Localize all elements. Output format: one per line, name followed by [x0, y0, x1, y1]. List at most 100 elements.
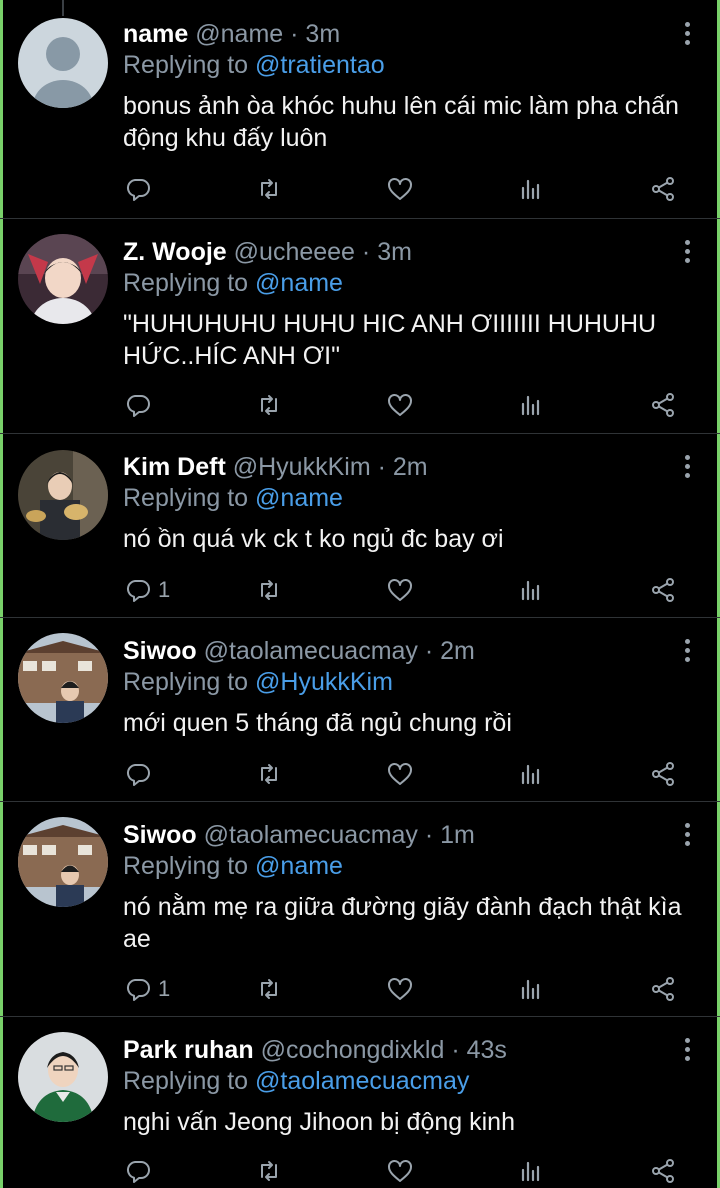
like-button[interactable]	[386, 974, 414, 1004]
replying-to-mention[interactable]: @name	[255, 852, 343, 880]
replying-prefix: Replying to	[123, 1067, 249, 1095]
reply-button[interactable]	[124, 390, 158, 420]
retweet-icon	[261, 1161, 277, 1181]
more-options-icon[interactable]	[682, 455, 692, 483]
avatar[interactable]	[18, 450, 108, 540]
avatar[interactable]	[18, 817, 108, 907]
more-options-icon[interactable]	[682, 1038, 692, 1066]
display-name[interactable]: Z. Wooje	[123, 238, 227, 266]
display-name[interactable]: Kim Deft	[123, 453, 226, 481]
timestamp: 43s	[466, 1036, 507, 1064]
replying-to-mention[interactable]: @HyukkKim	[255, 668, 393, 696]
analytics-button[interactable]	[517, 575, 545, 605]
like-button[interactable]	[386, 390, 414, 420]
analytics-icon	[521, 1161, 540, 1182]
reply-button[interactable]	[124, 759, 158, 789]
analytics-button[interactable]	[517, 1156, 545, 1186]
replying-prefix: Replying to	[123, 269, 249, 297]
share-button[interactable]	[649, 390, 677, 420]
tweet-header: Kim Deft @HyukkKim · 2m	[123, 451, 428, 483]
share-icon	[652, 393, 674, 417]
analytics-button[interactable]	[517, 390, 545, 420]
retweet-icon	[261, 395, 277, 415]
timestamp: 3m	[377, 238, 412, 266]
separator-dot: ·	[451, 1036, 460, 1064]
retweet-button[interactable]	[255, 759, 283, 789]
retweet-button[interactable]	[255, 575, 283, 605]
like-button[interactable]	[386, 759, 414, 789]
tweet[interactable]: Park ruhan @cochongdixkld · 43s Replying…	[0, 1016, 720, 1188]
user-handle[interactable]: @ucheeee	[234, 238, 355, 266]
tweet[interactable]: Siwoo @taolamecuacmay · 1m Replying to @…	[0, 801, 720, 1016]
retweet-button[interactable]	[255, 390, 283, 420]
share-button[interactable]	[649, 974, 677, 1004]
more-options-icon[interactable]	[682, 639, 692, 667]
retweet-button[interactable]	[255, 974, 283, 1004]
replying-to: Replying to @name	[123, 482, 343, 514]
display-name[interactable]: Siwoo	[123, 821, 197, 849]
share-button[interactable]	[649, 759, 677, 789]
tweet-header: Z. Wooje @ucheeee · 3m	[123, 236, 412, 268]
timestamp: 2m	[440, 637, 475, 665]
share-button[interactable]	[649, 1156, 677, 1186]
retweet-button[interactable]	[255, 174, 283, 204]
display-name[interactable]: Siwoo	[123, 637, 197, 665]
tweet[interactable]: name @name · 3m Replying to @tratientao …	[0, 0, 720, 218]
heart-icon	[388, 394, 412, 416]
reply-button[interactable]: 1	[124, 974, 170, 1004]
tweet-text: nó ồn quá vk ck t ko ngủ đc bay ơi	[123, 525, 504, 553]
avatar[interactable]	[18, 18, 108, 108]
like-button[interactable]	[386, 1156, 414, 1186]
display-name[interactable]: Park ruhan	[123, 1036, 254, 1064]
like-button[interactable]	[386, 575, 414, 605]
avatar[interactable]	[18, 1032, 108, 1122]
tweet[interactable]: Z. Wooje @ucheeee · 3m Replying to @name…	[0, 218, 720, 433]
user-handle[interactable]: @name	[195, 20, 283, 48]
analytics-icon	[521, 580, 540, 601]
analytics-button[interactable]	[517, 174, 545, 204]
tweet[interactable]: Siwoo @taolamecuacmay · 2m Replying to @…	[0, 617, 720, 801]
reply-button[interactable]: 1	[124, 575, 170, 605]
replying-to-mention[interactable]: @taolamecuacmay	[255, 1067, 469, 1095]
more-options-icon[interactable]	[682, 240, 692, 268]
user-handle[interactable]: @cochongdixkld	[261, 1036, 445, 1064]
separator-dot: ·	[361, 238, 371, 266]
replying-to-mention[interactable]: @tratientao	[255, 51, 385, 79]
share-button[interactable]	[649, 174, 677, 204]
reply-count: 1	[158, 577, 171, 602]
avatar[interactable]	[18, 633, 108, 723]
tweet[interactable]: Kim Deft @HyukkKim · 2m Replying to @nam…	[0, 433, 720, 617]
avatar[interactable]	[18, 234, 108, 324]
more-options-icon[interactable]	[682, 823, 692, 851]
share-icon	[652, 977, 674, 1001]
user-handle[interactable]: @taolamecuacmay	[204, 821, 418, 849]
replying-to-mention[interactable]: @name	[255, 269, 343, 297]
share-icon	[652, 578, 674, 602]
user-handle[interactable]: @HyukkKim	[233, 453, 371, 481]
user-photo-icon	[18, 450, 108, 540]
share-button[interactable]	[649, 575, 677, 605]
more-options-icon[interactable]	[682, 22, 692, 50]
heart-icon	[388, 1160, 412, 1182]
user-photo-icon	[18, 633, 108, 723]
tweet-text: nghi vấn Jeong Jihoon bị động kinh	[123, 1108, 515, 1136]
retweet-icon	[261, 580, 277, 600]
replying-prefix: Replying to	[123, 852, 249, 880]
retweet-button[interactable]	[255, 1156, 283, 1186]
share-icon	[652, 1159, 674, 1183]
separator-dot: ·	[290, 20, 299, 48]
replying-to-mention[interactable]: @name	[255, 484, 343, 512]
reply-button[interactable]	[124, 174, 158, 204]
retweet-icon	[261, 979, 277, 999]
user-handle[interactable]: @taolamecuacmay	[204, 637, 418, 665]
user-photo-icon	[18, 817, 108, 907]
analytics-button[interactable]	[517, 974, 545, 1004]
separator-dot: ·	[377, 453, 386, 481]
like-button[interactable]	[386, 174, 414, 204]
tweet-header: Siwoo @taolamecuacmay · 1m	[123, 819, 475, 851]
reply-button[interactable]	[124, 1156, 158, 1186]
analytics-button[interactable]	[517, 759, 545, 789]
display-name[interactable]: name	[123, 20, 188, 48]
retweet-icon	[261, 179, 277, 199]
analytics-icon	[521, 979, 540, 1000]
